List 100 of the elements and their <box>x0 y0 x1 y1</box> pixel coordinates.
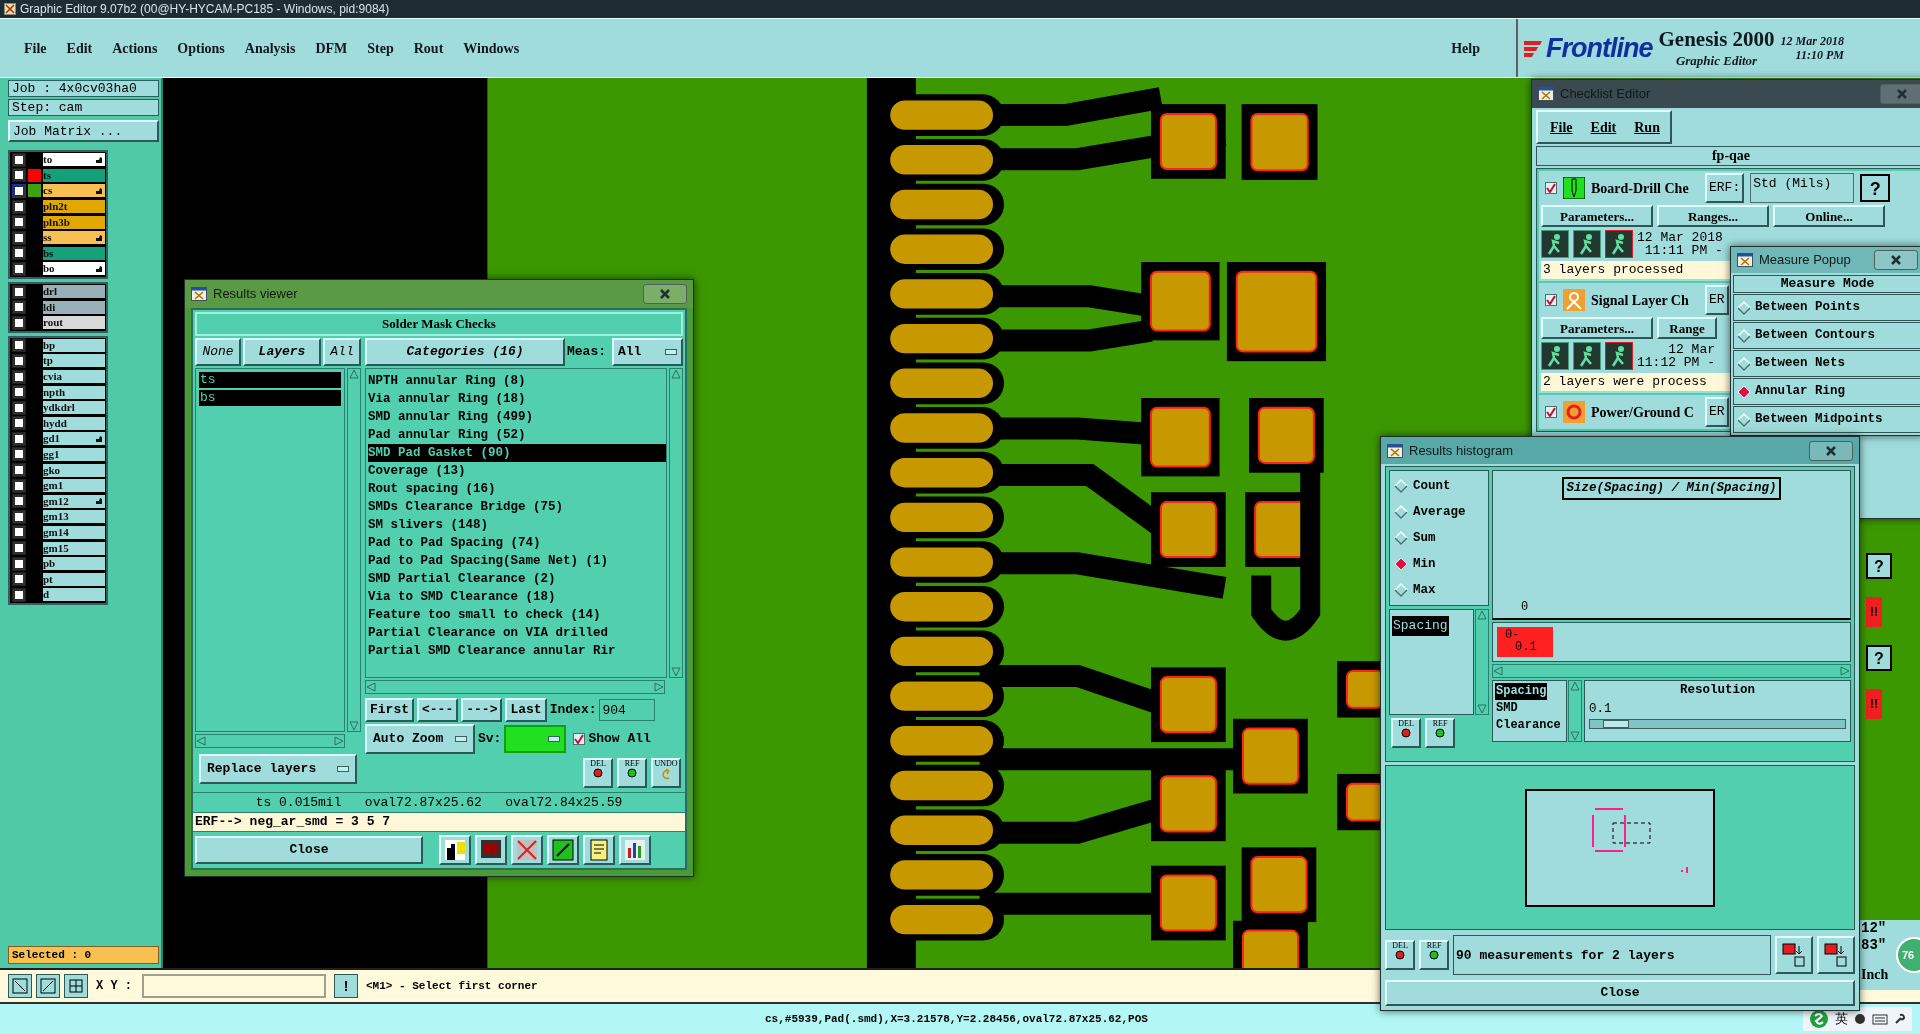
work-layer-indicator[interactable] <box>12 315 26 330</box>
work-layer-indicator[interactable] <box>12 261 26 276</box>
help-button[interactable]: ? <box>1866 553 1892 579</box>
category-item[interactable]: Via annular Ring (18) <box>368 390 666 408</box>
nav-button[interactable]: ---> <box>461 698 503 722</box>
action-button[interactable]: Parameters... <box>1541 317 1653 339</box>
work-layer-indicator[interactable] <box>12 416 26 431</box>
layer-item[interactable]: gm12 <box>43 494 105 508</box>
work-layer-indicator[interactable] <box>12 541 26 556</box>
close-button[interactable] <box>643 284 687 304</box>
action-checkbox[interactable] <box>1545 294 1557 306</box>
tool-button[interactable]: UNDO <box>651 758 681 788</box>
layer-list-item[interactable]: ts <box>199 372 341 388</box>
close-button[interactable] <box>1809 440 1853 461</box>
work-layer-indicator[interactable] <box>12 246 26 261</box>
work-layer-indicator[interactable] <box>12 184 26 198</box>
zoom-area-button[interactable] <box>8 974 32 998</box>
erf-field[interactable]: Std (Mils) <box>1750 173 1855 203</box>
category-item[interactable]: SMD Partial Clearance (2) <box>368 570 666 588</box>
export-button[interactable] <box>1775 936 1813 974</box>
menu-item[interactable]: Edit <box>66 37 93 59</box>
help-button[interactable]: ? <box>1860 174 1891 202</box>
work-layer-indicator[interactable] <box>12 587 26 602</box>
category-item[interactable]: SMD Pad Gasket (90) <box>368 444 666 462</box>
close-button[interactable]: Close <box>195 836 423 864</box>
replace-layers-dropdown[interactable]: Replace layers <box>199 754 357 784</box>
help-button[interactable]: ? <box>1866 645 1892 671</box>
bar-chart-button[interactable] <box>619 835 651 865</box>
menu-item[interactable]: Run <box>1634 116 1660 138</box>
layer-filter-button[interactable]: Layers <box>243 338 321 366</box>
attribute-list-item[interactable]: Clearance <box>1495 717 1562 734</box>
work-layer-indicator[interactable] <box>12 199 26 214</box>
layer-item[interactable]: ss <box>43 231 105 245</box>
layer-item[interactable]: gm1 <box>43 479 105 493</box>
menu-item[interactable]: Rout <box>413 37 444 59</box>
work-layer-indicator[interactable] <box>12 215 26 230</box>
layer-item[interactable]: d <box>43 588 105 602</box>
resolution-slider-thumb[interactable] <box>1602 719 1629 728</box>
work-layer-indicator[interactable] <box>12 230 26 245</box>
layer-item[interactable]: bp <box>43 338 105 352</box>
nav-button[interactable]: <--- <box>417 698 459 722</box>
zoom-mode-dropdown[interactable]: Auto Zoom <box>365 724 475 754</box>
category-item[interactable]: SM slivers (148) <box>368 516 666 534</box>
work-layer-indicator[interactable] <box>12 572 26 587</box>
menu-item[interactable]: Options <box>177 37 225 59</box>
layer-item[interactable]: tp <box>43 354 105 368</box>
category-item[interactable]: Rout spacing (16) <box>368 480 666 498</box>
work-layer-indicator[interactable] <box>12 400 26 415</box>
menu-item[interactable]: File <box>24 37 47 59</box>
work-layer-indicator[interactable] <box>12 369 26 384</box>
category-item[interactable]: Pad to Pad Spacing(Same Net) (1) <box>368 552 666 570</box>
tool-button[interactable]: DEL <box>583 758 613 788</box>
scrollbar[interactable] <box>669 368 683 678</box>
layer-item[interactable]: npth <box>43 385 105 399</box>
menu-item[interactable]: Windows <box>463 37 520 59</box>
work-layer-indicator[interactable] <box>12 168 26 183</box>
alert-button[interactable]: ! <box>334 974 358 998</box>
layer-item[interactable]: gm14 <box>43 525 105 539</box>
category-item[interactable]: Coverage (13) <box>368 462 666 480</box>
radio-icon[interactable] <box>1394 531 1408 545</box>
nav-button[interactable]: Last <box>505 698 547 722</box>
layer-filter-button[interactable]: All <box>323 338 361 366</box>
attribute-list-item[interactable]: Spacing <box>1495 683 1548 700</box>
layer-item[interactable]: gm15 <box>43 541 105 555</box>
xy-input-field[interactable] <box>142 974 326 998</box>
category-item[interactable]: SMD annular Ring (499) <box>368 408 666 426</box>
layer-item[interactable]: pln2t <box>43 200 105 214</box>
severity-color-dropdown[interactable] <box>504 725 567 753</box>
grid-button[interactable] <box>64 974 88 998</box>
work-layer-indicator[interactable] <box>12 338 26 353</box>
layer-item[interactable]: gm13 <box>43 510 105 524</box>
layer-item[interactable]: to <box>43 153 105 167</box>
attribute-list-item[interactable]: Spacing <box>1392 616 1449 636</box>
category-item[interactable]: SMDs Clearance Bridge (75) <box>368 498 666 516</box>
work-layer-indicator[interactable] <box>12 152 26 167</box>
layer-item[interactable]: ts <box>43 168 105 182</box>
work-layer-indicator[interactable] <box>12 556 26 571</box>
layer-item[interactable]: bs <box>43 246 105 260</box>
tool-button[interactable]: REF <box>1419 940 1449 970</box>
work-layer-indicator[interactable] <box>12 525 26 540</box>
erf-button[interactable]: ER <box>1705 285 1729 315</box>
import-button[interactable] <box>1817 936 1855 974</box>
figure-button[interactable] <box>439 835 471 865</box>
tile-button[interactable] <box>547 835 579 865</box>
layer-item[interactable]: cvia <box>43 370 105 383</box>
work-layer-indicator[interactable] <box>12 478 26 493</box>
nav-button[interactable]: First <box>365 698 414 722</box>
input-method-label[interactable]: 英 <box>1835 1009 1848 1029</box>
erf-button[interactable]: ER <box>1705 397 1729 427</box>
action-button[interactable]: Online... <box>1773 205 1885 227</box>
action-checkbox[interactable] <box>1545 406 1557 418</box>
job-matrix-button[interactable]: Job Matrix ... <box>8 120 159 142</box>
crossed-out-button[interactable] <box>511 835 543 865</box>
category-item[interactable]: NPTH annular Ring (8) <box>368 372 666 390</box>
radio-icon[interactable] <box>1394 505 1408 519</box>
action-button[interactable]: Parameters... <box>1541 205 1653 227</box>
radio-icon[interactable] <box>1394 583 1408 597</box>
index-field[interactable]: 904 <box>599 699 656 721</box>
radio-option-label[interactable]: Average <box>1413 502 1466 522</box>
attribute-list-item[interactable]: SMD <box>1495 700 1519 717</box>
